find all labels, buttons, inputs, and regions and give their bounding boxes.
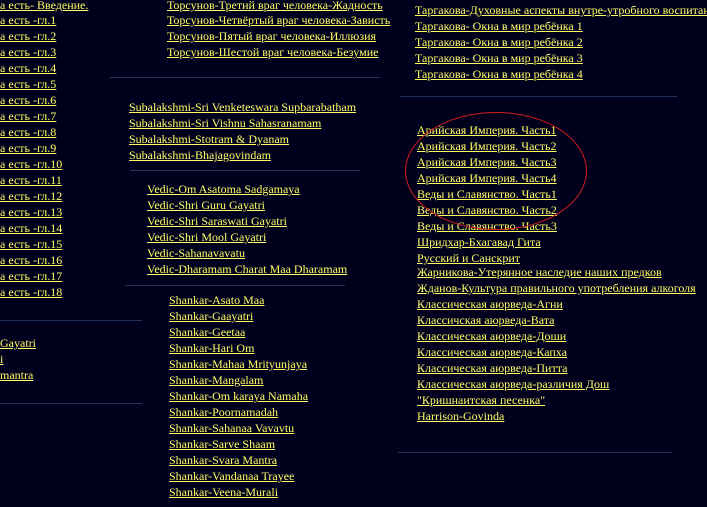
ayurveda-link[interactable]: Классическая аюрведа-различия Дош xyxy=(417,376,609,392)
chapter-link[interactable]: а есть -гл.18 xyxy=(0,284,62,300)
aryan-empire-link[interactable]: Арийская Империя. Часть4 xyxy=(417,170,556,186)
targakova-link[interactable]: Таргакова- Окна в мир ребёнка 2 xyxy=(415,34,583,50)
right-list-link[interactable]: Жданов-Культура правильного употребления… xyxy=(417,280,696,296)
ayurveda-link[interactable]: Классическая аюрведа-Капха xyxy=(417,344,567,360)
divider xyxy=(0,403,142,404)
ayurveda-link[interactable]: Классическая аюрведа-Агни xyxy=(417,296,563,312)
torsunov-link[interactable]: Торсунов-Шестой враг человека-Безумие xyxy=(167,44,378,60)
subalakshmi-link[interactable]: Subalakshmi-Stotram & Dyanam xyxy=(129,131,289,147)
chapter-link[interactable]: а есть -гл.16 xyxy=(0,252,62,268)
vedas-slavs-link[interactable]: Веды и Славянство. Часть3 xyxy=(417,218,557,234)
chapter-link[interactable]: а есть -гл.4 xyxy=(0,60,56,76)
chapter-link[interactable]: а есть -гл.6 xyxy=(0,92,56,108)
torsunov-link[interactable]: Торсунов-Четвёртый враг человека-Зависть xyxy=(167,12,390,28)
ayurveda-link[interactable]: Классическая аюрведа-Доши xyxy=(417,328,566,344)
subalakshmi-link[interactable]: Subalakshmi-Bhajagovindam xyxy=(129,147,271,163)
targakova-link[interactable]: Таргакова- Окна в мир ребёнка 1 xyxy=(415,18,583,34)
aryan-empire-link[interactable]: Арийская Империя. Часть3 xyxy=(417,154,556,170)
ayurveda-link[interactable]: Классическая аюрведа-Питта xyxy=(417,360,567,376)
shankar-link[interactable]: Shankar-Veena-Murali xyxy=(169,484,278,500)
divider xyxy=(125,285,345,286)
shankar-link[interactable]: Shankar-Sarve Shaam xyxy=(169,436,275,452)
shankar-link[interactable]: Shankar-Sahanaa Vavavtu xyxy=(169,420,294,436)
aryan-empire-link[interactable]: Арийская Империя. Часть1 xyxy=(417,122,556,138)
ayurveda-link[interactable]: Классичская аюрведа-Вата xyxy=(417,312,554,328)
torsunov-link[interactable]: Торсунов-Пятый враг человека-Иллюзия xyxy=(167,28,376,44)
chapter-link[interactable]: а есть -гл.12 xyxy=(0,188,62,204)
vedic-link[interactable]: Vedic-Shri Guru Gayatri xyxy=(147,197,265,213)
chapter-link[interactable]: а есть -гл.9 xyxy=(0,140,56,156)
chapter-link[interactable]: а есть -гл.2 xyxy=(0,28,56,44)
extra-link[interactable]: mantra xyxy=(0,367,33,383)
chapter-link[interactable]: а есть -гл.14 xyxy=(0,220,62,236)
chapter-link[interactable]: а есть -гл.17 xyxy=(0,268,62,284)
vedic-link[interactable]: Vedic-Om Asatoma Sadgamaya xyxy=(147,181,300,197)
chapter-link[interactable]: а есть -гл.7 xyxy=(0,108,56,124)
shankar-link[interactable]: Shankar-Mangalam xyxy=(169,372,263,388)
chapter-link[interactable]: а есть -гл.10 xyxy=(0,156,62,172)
divider xyxy=(110,77,380,78)
shankar-link[interactable]: Shankar-Om karaya Namaha xyxy=(169,388,308,404)
right-list-link[interactable]: "Кришнаитская песенка" xyxy=(417,392,545,408)
chapter-link[interactable]: а есть -гл.13 xyxy=(0,204,62,220)
shankar-link[interactable]: Shankar-Svara Mantra xyxy=(169,452,277,468)
shankar-link[interactable]: Shankar-Mahaa Mrityunjaya xyxy=(169,356,307,372)
shankar-link[interactable]: Shankar-Hari Om xyxy=(169,340,254,356)
vedas-slavs-link[interactable]: Веды и Славянство. Часть2 xyxy=(417,202,557,218)
subalakshmi-link[interactable]: Subalakshmi-Sri Vishnu Sahasranamam xyxy=(129,115,321,131)
vedas-slavs-link[interactable]: Веды и Славянство. Часть1 xyxy=(417,186,557,202)
extra-link[interactable]: Gayatri xyxy=(0,335,36,351)
vedic-link[interactable]: Vedic-Shri Saraswati Gayatri xyxy=(147,213,287,229)
divider xyxy=(398,452,672,453)
divider xyxy=(130,170,360,171)
shankar-link[interactable]: Shankar-Geetaa xyxy=(169,324,245,340)
chapter-link[interactable]: а есть -гл.11 xyxy=(0,172,62,188)
right-list-link[interactable]: Шридхар-Бхагавад Гита xyxy=(417,234,541,250)
targakova-link[interactable]: Таргакова- Окна в мир ребёнка 4 xyxy=(415,66,583,82)
subalakshmi-link[interactable]: Subalakshmi-Sri Venketeswara Supbarabath… xyxy=(129,99,356,115)
targakova-link[interactable]: Таргакова- Окна в мир ребёнка 3 xyxy=(415,50,583,66)
divider xyxy=(0,320,142,321)
vedic-link[interactable]: Vedic-Shri Mool Gayatri xyxy=(147,229,266,245)
chapter-link[interactable]: а есть -гл.8 xyxy=(0,124,56,140)
chapter-link[interactable]: а есть -гл.1 xyxy=(0,12,56,28)
divider xyxy=(400,96,677,97)
vedic-link[interactable]: Vedic-Sahanavavatu xyxy=(147,245,245,261)
shankar-link[interactable]: Shankar-Poornamadah xyxy=(169,404,278,420)
aryan-empire-link[interactable]: Арийская Империя. Часть2 xyxy=(417,138,556,154)
shankar-link[interactable]: Shankar-Vandanaa Trayee xyxy=(169,468,294,484)
vedic-link[interactable]: Vedic-Dharamam Charat Maa Dharamam xyxy=(147,261,347,277)
shankar-link[interactable]: Shankar-Asato Maa xyxy=(169,292,264,308)
extra-link[interactable]: i xyxy=(0,351,3,367)
chapter-link[interactable]: а есть -гл.3 xyxy=(0,44,56,60)
chapter-link[interactable]: а есть -гл.15 xyxy=(0,236,62,252)
right-list-link[interactable]: Harrison-Govinda xyxy=(417,408,504,424)
right-list-link[interactable]: Жарникова-Утерянное наследие наших предк… xyxy=(417,264,662,280)
chapter-link[interactable]: а есть -гл.5 xyxy=(0,76,56,92)
shankar-link[interactable]: Shankar-Gaayatri xyxy=(169,308,253,324)
targakova-link[interactable]: Таргакова-Духовные аспекты внутре-утробн… xyxy=(415,2,707,18)
